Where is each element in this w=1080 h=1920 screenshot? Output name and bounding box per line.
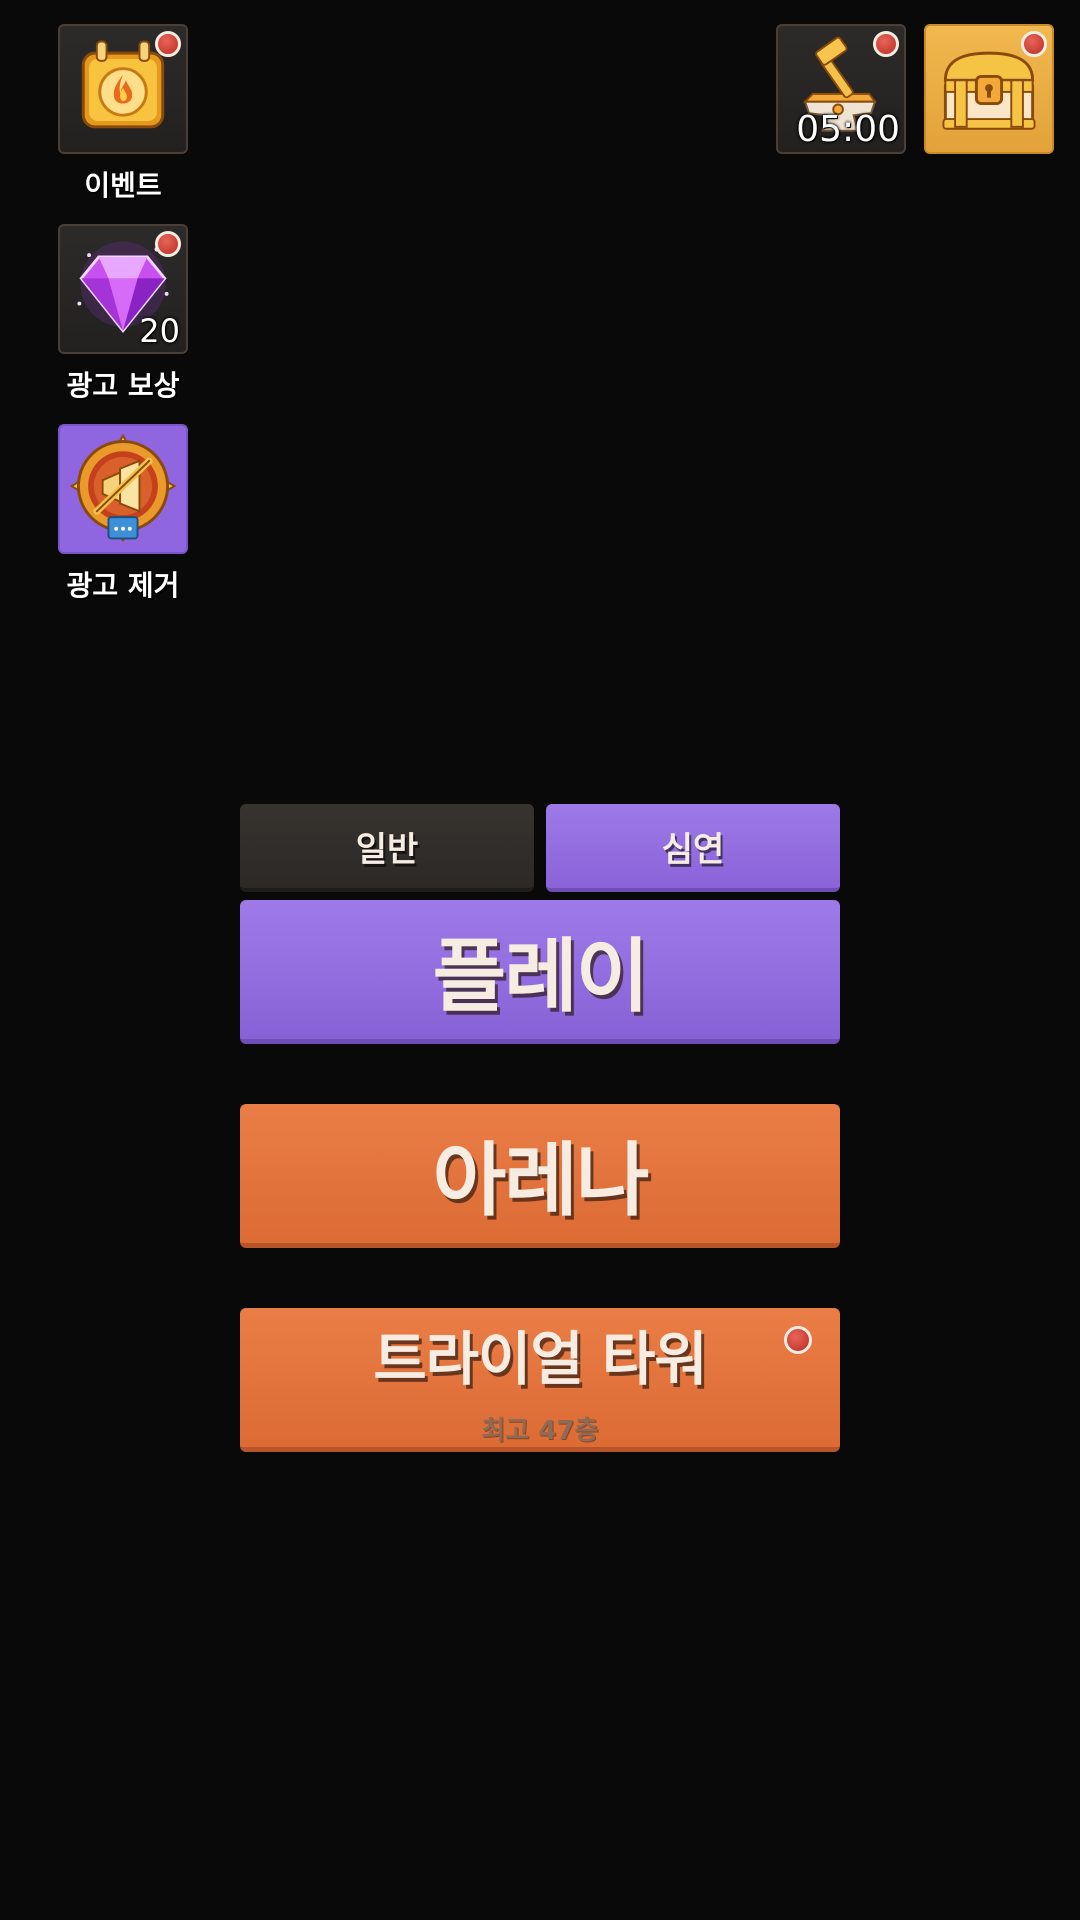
- no-ads-badge-icon: [69, 433, 177, 542]
- tab-abyss-label: 심연: [661, 829, 725, 870]
- forge-timer: 05:00: [796, 109, 900, 150]
- trial-tower-button-label: 트라이얼 타워: [373, 1325, 707, 1393]
- tab-normal-label: 일반: [355, 829, 419, 870]
- main-lobby-screen: 이벤트 20 광고 보상 광고 제거 05:00 일반 심연 플레이 아레나 트…: [0, 0, 1080, 1920]
- ad-reward-count: 20: [139, 312, 180, 350]
- tab-abyss[interactable]: 심연: [546, 804, 840, 892]
- remove-ads-label: 광고 제거: [66, 569, 180, 602]
- event-notification-dot: [155, 31, 181, 57]
- play-button-label: 플레이: [432, 929, 650, 1023]
- ad-reward-label: 광고 보상: [66, 369, 180, 402]
- ad-reward-button[interactable]: 20: [58, 224, 188, 354]
- trial-tower-best-floor: 최고 47층: [481, 1416, 599, 1446]
- chest-button[interactable]: [924, 24, 1054, 154]
- forge-notification-dot: [873, 31, 899, 57]
- remove-ads-button[interactable]: [58, 424, 188, 554]
- tab-normal[interactable]: 일반: [240, 804, 534, 892]
- forge-button[interactable]: 05:00: [776, 24, 906, 154]
- arena-button[interactable]: 아레나: [240, 1104, 840, 1248]
- trial-tower-button[interactable]: 트라이얼 타워 최고 47층: [240, 1308, 840, 1452]
- ad-reward-notification-dot: [155, 231, 181, 257]
- event-label: 이벤트: [84, 169, 162, 202]
- trial-tower-notification-dot: [784, 1326, 812, 1354]
- play-button[interactable]: 플레이: [240, 900, 840, 1044]
- event-button[interactable]: [58, 24, 188, 154]
- chest-notification-dot: [1021, 31, 1047, 57]
- arena-button-label: 아레나: [432, 1133, 650, 1227]
